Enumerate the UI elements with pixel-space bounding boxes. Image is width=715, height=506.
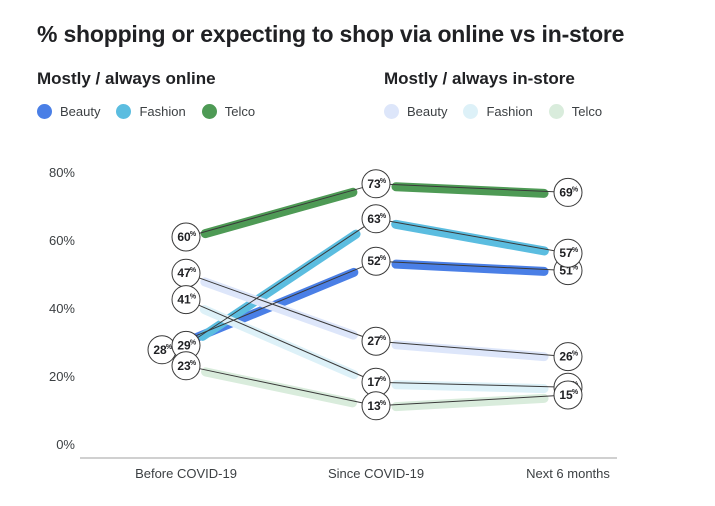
x-tick-label: Before COVID-19 bbox=[135, 466, 237, 481]
series-band-fashion bbox=[199, 305, 359, 380]
series-band-beauty bbox=[391, 340, 549, 362]
y-tick-label: 80% bbox=[49, 165, 75, 180]
series-band-beauty bbox=[391, 259, 549, 276]
series-band-telco bbox=[391, 393, 549, 412]
value-label: 26% bbox=[553, 342, 583, 372]
value-label: 23% bbox=[171, 351, 201, 381]
value-label-suffix: % bbox=[190, 231, 197, 238]
series-line-fashion bbox=[198, 304, 364, 378]
series-band-telco bbox=[201, 367, 358, 408]
series-band-telco bbox=[200, 187, 358, 239]
y-axis: 80% 60% 40% 20% 0% bbox=[49, 165, 75, 452]
value-label: 41% bbox=[171, 285, 201, 315]
value-label: 47% bbox=[171, 258, 201, 288]
value-label: 13% bbox=[361, 391, 391, 421]
series-band-fashion bbox=[391, 219, 549, 256]
value-label: 69% bbox=[553, 177, 583, 207]
value-label-suffix: % bbox=[380, 376, 387, 383]
x-tick-label: Next 6 months bbox=[526, 466, 610, 481]
y-tick-label: 40% bbox=[49, 301, 75, 316]
value-label-suffix: % bbox=[190, 360, 197, 367]
value-label-suffix: % bbox=[380, 178, 387, 185]
series-line-telco bbox=[199, 187, 363, 234]
value-label-suffix: % bbox=[572, 186, 579, 193]
value-label: 63% bbox=[361, 204, 391, 234]
y-tick-label: 60% bbox=[49, 233, 75, 248]
value-label-suffix: % bbox=[572, 351, 579, 358]
value-label: 28% bbox=[147, 335, 177, 365]
value-label: 60% bbox=[171, 222, 201, 252]
value-label-suffix: % bbox=[190, 267, 197, 274]
value-label: 52% bbox=[361, 246, 391, 276]
y-tick-label: 20% bbox=[49, 369, 75, 384]
value-label-suffix: % bbox=[380, 335, 387, 342]
value-label: 15% bbox=[553, 380, 583, 410]
series-line-fashion bbox=[389, 220, 555, 252]
value-label-suffix: % bbox=[190, 339, 197, 346]
x-axis: Before COVID-19 Since COVID-19 Next 6 mont… bbox=[135, 466, 610, 481]
value-label-suffix: % bbox=[380, 213, 387, 220]
value-label-suffix: % bbox=[380, 400, 387, 407]
series-band-fashion bbox=[391, 380, 549, 394]
slope-chart: 80% 60% 40% 20% 0% Before COVID-19 Since COVI… bbox=[49, 165, 617, 481]
value-label-suffix: % bbox=[190, 294, 197, 301]
value-label-suffix: % bbox=[572, 389, 579, 396]
value-label-suffix: % bbox=[572, 247, 579, 254]
value-label: 73% bbox=[361, 169, 391, 199]
x-tick-label: Since COVID-19 bbox=[328, 466, 424, 481]
value-label: 27% bbox=[361, 326, 391, 356]
series-line-telco bbox=[199, 368, 363, 404]
value-label-suffix: % bbox=[380, 255, 387, 262]
value-label: 57% bbox=[553, 238, 583, 268]
value-labels: 28 %52 %51 %29 %63 %57 %60 %73 %69 %47 %27 %26 %41 %1… bbox=[147, 169, 583, 421]
y-tick-label: 0% bbox=[56, 437, 75, 452]
